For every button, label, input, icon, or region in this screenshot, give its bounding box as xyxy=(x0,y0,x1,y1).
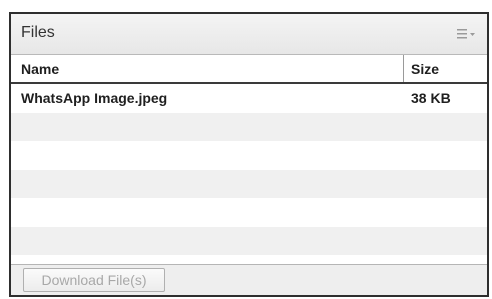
column-divider[interactable] xyxy=(403,55,404,82)
pod-header: Files xyxy=(11,14,487,55)
files-pod: Files Name Size WhatsApp Image.jpeg 38 K… xyxy=(9,12,489,297)
pod-title: Files xyxy=(21,24,55,41)
empty-row xyxy=(11,112,487,141)
table-header: Name Size xyxy=(11,55,487,84)
column-header-size[interactable]: Size xyxy=(411,61,439,77)
file-name: WhatsApp Image.jpeg xyxy=(21,90,168,106)
empty-row xyxy=(11,198,487,227)
empty-row xyxy=(11,141,487,170)
list-menu-icon[interactable] xyxy=(457,27,477,41)
download-files-button[interactable]: Download File(s) xyxy=(23,268,165,292)
empty-row xyxy=(11,169,487,198)
pod-footer: Download File(s) xyxy=(11,264,487,295)
file-size: 38 KB xyxy=(411,90,451,106)
empty-row xyxy=(11,226,487,255)
table-row[interactable]: WhatsApp Image.jpeg 38 KB xyxy=(11,84,487,113)
column-header-name[interactable]: Name xyxy=(21,61,59,77)
file-list: WhatsApp Image.jpeg 38 KB xyxy=(11,84,487,284)
